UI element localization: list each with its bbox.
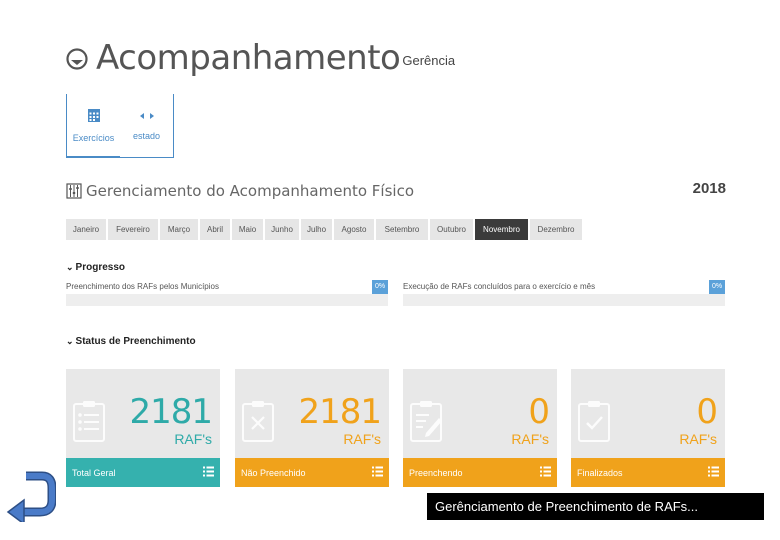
section-title: Gerenciamento do Acompanhamento Físico: [86, 182, 415, 200]
status-card-preenchendo[interactable]: 0 RAF's Preenchendo: [403, 369, 557, 487]
status-count: 2181: [129, 392, 213, 432]
status-unit: RAF's: [343, 431, 381, 447]
nav-tile-estado[interactable]: estado: [120, 94, 174, 158]
clipboard-x-icon: [242, 401, 274, 442]
chevron-down-icon: ⌄: [66, 336, 74, 346]
tab-marco[interactable]: Março: [160, 219, 198, 240]
status-count: 0: [696, 392, 718, 432]
status-count: 0: [528, 392, 550, 432]
status-card-footer: Não Preenchido: [235, 458, 389, 487]
progress-label: Preenchimento dos RAFs pelos Municípios: [66, 282, 219, 291]
tab-novembro[interactable]: Novembro: [475, 219, 528, 240]
nav-tile-label: estado: [132, 130, 161, 141]
month-tabs: Janeiro Fevereiro Março Abril Maio Junho…: [66, 219, 584, 240]
progress-label: Execução de RAFs concluídos para o exerc…: [403, 282, 596, 291]
progress-track: [403, 294, 725, 306]
status-card-nao-preenchido[interactable]: 2181 RAF's Não Preenchido: [235, 369, 389, 487]
list-icon: [203, 466, 214, 477]
section-header: Gerenciamento do Acompanhamento Físico 2…: [66, 180, 726, 202]
page-title: Acompanhamento: [96, 38, 401, 78]
calendar-icon: [87, 109, 100, 122]
status-unit: RAF's: [679, 431, 717, 447]
tab-abril[interactable]: Abril: [200, 219, 230, 240]
page-subtitle: Gerência: [402, 53, 456, 68]
status-card-label: Não Preenchido: [241, 467, 306, 478]
status-card-label: Preenchendo: [409, 467, 463, 478]
arrows-horizontal-icon: [139, 112, 154, 119]
tab-janeiro[interactable]: Janeiro: [66, 219, 106, 240]
list-icon: [372, 466, 383, 477]
clipboard-list-icon: [73, 401, 105, 442]
page-header: Acompanhamento Gerência: [66, 38, 455, 78]
top-nav: Exercícios estado: [66, 94, 174, 158]
progress-track: [66, 294, 388, 306]
target-logo-icon: [66, 48, 88, 70]
status-title: Status de Preenchimento: [75, 336, 196, 347]
status-count: 2181: [298, 392, 382, 432]
nav-tile-label: Exercícios: [72, 133, 115, 143]
progresso-toggle[interactable]: ⌄ Progresso: [66, 262, 125, 273]
tab-dezembro[interactable]: Dezembro: [530, 219, 582, 240]
status-unit: RAF's: [511, 431, 549, 447]
status-toggle[interactable]: ⌄ Status de Preenchimento: [66, 336, 196, 347]
year-label: 2018: [692, 180, 726, 197]
clipboard-edit-icon: [410, 401, 442, 442]
clipboard-check-icon: [578, 401, 610, 442]
status-card-footer: Finalizados: [571, 458, 725, 487]
status-card-finalizados[interactable]: 0 RAF's Finalizados: [571, 369, 725, 487]
status-card-label: Total Geral: [72, 467, 116, 478]
status-card-label: Finalizados: [577, 467, 623, 478]
progress-percent: 0%: [709, 280, 725, 294]
progress-bar-municipios: Preenchimento dos RAFs pelos Municípios …: [66, 280, 388, 306]
status-card-footer: Preenchendo: [403, 458, 557, 487]
status-unit: RAF's: [174, 431, 212, 447]
tab-setembro[interactable]: Setembro: [376, 219, 428, 240]
back-arrow-icon[interactable]: [6, 470, 56, 522]
tab-agosto[interactable]: Agosto: [334, 219, 374, 240]
tab-junho[interactable]: Junho: [265, 219, 299, 240]
chevron-down-icon: ⌄: [66, 262, 74, 272]
tab-outubro[interactable]: Outubro: [430, 219, 473, 240]
caption-banner: Gerênciamento de Preenchimento de RAFs..…: [427, 493, 764, 520]
tab-julho[interactable]: Julho: [301, 219, 332, 240]
list-icon: [708, 466, 719, 477]
progress-percent: 0%: [372, 280, 388, 294]
sliders-icon: [66, 183, 82, 199]
tab-maio[interactable]: Maio: [232, 219, 263, 240]
nav-tile-exercicios[interactable]: Exercícios: [66, 94, 120, 158]
status-card-footer: Total Geral: [66, 458, 220, 487]
progress-bar-execucao: Execução de RAFs concluídos para o exerc…: [403, 280, 725, 306]
tab-fevereiro[interactable]: Fevereiro: [108, 219, 158, 240]
progresso-title: Progresso: [75, 262, 126, 273]
list-icon: [540, 466, 551, 477]
status-card-total-geral[interactable]: 2181 RAF's Total Geral: [66, 369, 220, 487]
